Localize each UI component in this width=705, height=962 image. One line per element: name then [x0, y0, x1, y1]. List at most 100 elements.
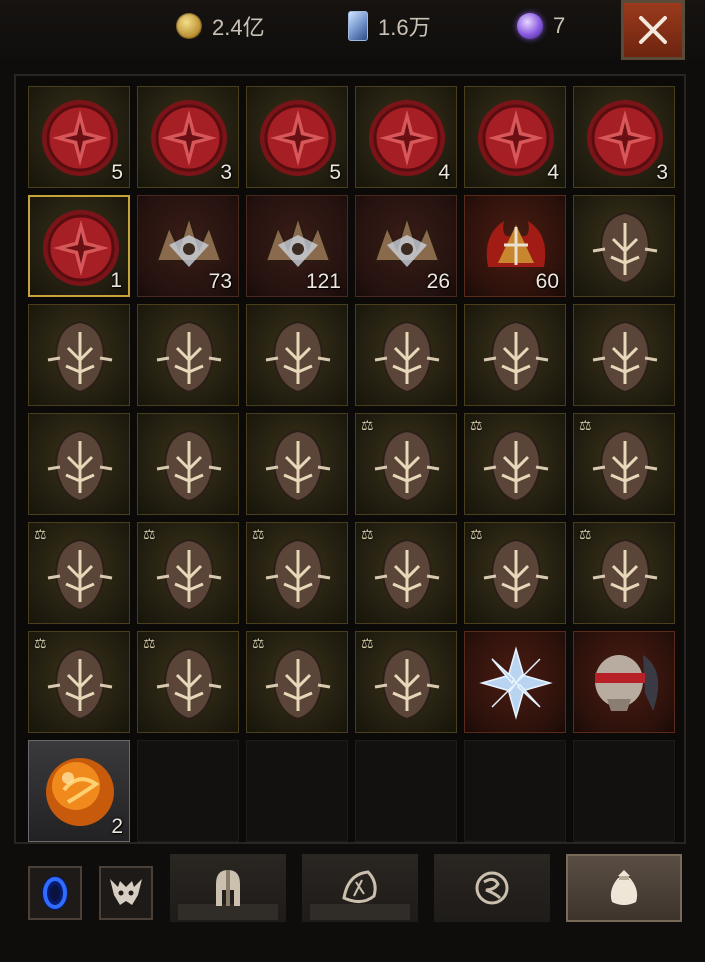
- tab-gems[interactable]: [434, 854, 550, 922]
- rune-stone-icon: [583, 205, 667, 289]
- rune-stone-icon: [365, 641, 449, 725]
- inventory-slot[interactable]: 4: [355, 86, 457, 188]
- inventory-slot[interactable]: [573, 631, 675, 733]
- inventory-slot[interactable]: ⚖: [28, 631, 130, 733]
- inventory-slot[interactable]: ⚖: [246, 522, 348, 624]
- item-count: 4: [438, 161, 450, 184]
- portal-button[interactable]: [28, 866, 82, 920]
- inventory-slot[interactable]: ⚖: [355, 413, 457, 515]
- inventory-slot[interactable]: ⚖: [573, 522, 675, 624]
- red-seal-icon: [38, 96, 122, 180]
- inventory-slot[interactable]: ⚖: [246, 631, 348, 733]
- inventory-slot[interactable]: [464, 304, 566, 406]
- item-count: 26: [426, 270, 450, 293]
- scales-icon: ⚖: [143, 526, 156, 542]
- rune-stone-icon: [474, 532, 558, 616]
- inventory-slot[interactable]: 60: [464, 195, 566, 297]
- inventory-slot[interactable]: [137, 304, 239, 406]
- inventory-slot[interactable]: [464, 631, 566, 733]
- inventory-slot[interactable]: ⚖: [573, 413, 675, 515]
- red-seal-icon: [365, 96, 449, 180]
- inventory-slot[interactable]: ⚖: [464, 413, 566, 515]
- rune-stone-icon: [38, 423, 122, 507]
- inventory-slot[interactable]: 73: [137, 195, 239, 297]
- inventory-slot[interactable]: [28, 304, 130, 406]
- item-count: 1: [110, 269, 122, 292]
- rune-stone-icon: [38, 641, 122, 725]
- rune-stone-icon: [147, 641, 231, 725]
- item-count: 4: [547, 161, 559, 184]
- rune-stone-icon: [256, 532, 340, 616]
- inventory-slot[interactable]: 3: [573, 86, 675, 188]
- gold-currency: 2.4亿: [176, 10, 265, 42]
- helmet-icon: [216, 870, 240, 906]
- inventory-slot[interactable]: 1: [28, 195, 130, 297]
- inventory-slot[interactable]: ⚖: [355, 522, 457, 624]
- empty-slot: [355, 740, 457, 842]
- inventory-slot[interactable]: ⚖: [28, 522, 130, 624]
- item-count: 2: [111, 815, 123, 838]
- scales-icon: ⚖: [361, 635, 374, 651]
- rune-stone-icon: [256, 423, 340, 507]
- inventory-slot[interactable]: ⚖: [137, 631, 239, 733]
- scales-icon: ⚖: [361, 417, 374, 433]
- scales-icon: ⚖: [361, 526, 374, 542]
- red-seal-icon: [474, 96, 558, 180]
- empty-slot: [137, 740, 239, 842]
- item-count: 60: [535, 270, 559, 293]
- empty-slot: [246, 740, 348, 842]
- rune-stone-icon: [365, 532, 449, 616]
- inventory-slot[interactable]: [246, 413, 348, 515]
- shard-amount: 1.6万: [378, 15, 431, 40]
- inventory-slot[interactable]: 2: [28, 740, 130, 842]
- inventory-slot[interactable]: [355, 304, 457, 406]
- shard-currency: 1.6万: [348, 10, 431, 42]
- scales-icon: ⚖: [579, 526, 592, 542]
- inventory-slot[interactable]: 4: [464, 86, 566, 188]
- inventory-slot[interactable]: [573, 304, 675, 406]
- item-count: 121: [305, 270, 341, 293]
- red-seal-icon: [583, 96, 667, 180]
- scales-icon: ⚖: [34, 635, 47, 651]
- rune-stone-icon: [38, 314, 122, 398]
- rune-stone-icon: [474, 314, 558, 398]
- gold-amount: 2.4亿: [212, 15, 265, 40]
- red-seal-icon: [256, 96, 340, 180]
- empty-slot: [573, 740, 675, 842]
- inventory-slot[interactable]: [137, 413, 239, 515]
- tab-runes[interactable]: [302, 854, 418, 922]
- scales-icon: ⚖: [579, 417, 592, 433]
- inventory-slot[interactable]: ⚖: [137, 522, 239, 624]
- tab-inventory[interactable]: [566, 854, 682, 922]
- rune-stone-icon: [147, 532, 231, 616]
- close-button[interactable]: [621, 0, 685, 60]
- inventory-slot[interactable]: [573, 195, 675, 297]
- rune-stone-icon: [342, 870, 377, 903]
- ice-crystal-icon: [474, 641, 558, 725]
- rune-stone-icon: [256, 314, 340, 398]
- gem-swirl-icon: [475, 871, 509, 905]
- inventory-slot[interactable]: ⚖: [355, 631, 457, 733]
- red-seal-icon: [147, 96, 231, 180]
- rune-stone-icon: [583, 314, 667, 398]
- tab-equipment[interactable]: [170, 854, 286, 922]
- inventory-slot[interactable]: 5: [28, 86, 130, 188]
- scales-icon: ⚖: [34, 526, 47, 542]
- inventory-slot[interactable]: 3: [137, 86, 239, 188]
- purple-orb-icon: [517, 13, 543, 39]
- inventory-slot[interactable]: [246, 304, 348, 406]
- item-count: 5: [329, 161, 341, 184]
- item-count: 5: [111, 161, 123, 184]
- rune-stone-icon: [474, 423, 558, 507]
- inventory-slot[interactable]: ⚖: [464, 522, 566, 624]
- demon-button[interactable]: [99, 866, 153, 920]
- loot-bag-icon: [610, 870, 638, 905]
- rune-stone-icon: [147, 423, 231, 507]
- empty-slot: [464, 740, 566, 842]
- rune-stone-icon: [583, 532, 667, 616]
- inventory-slot[interactable]: 121: [246, 195, 348, 297]
- inventory-slot[interactable]: 5: [246, 86, 348, 188]
- inventory-grid: 5 3 5 4 4 3 1 73 121 26 60 ⚖ ⚖ ⚖ ⚖ ⚖ ⚖ ⚖…: [28, 86, 680, 842]
- inventory-slot[interactable]: [28, 413, 130, 515]
- inventory-slot[interactable]: 26: [355, 195, 457, 297]
